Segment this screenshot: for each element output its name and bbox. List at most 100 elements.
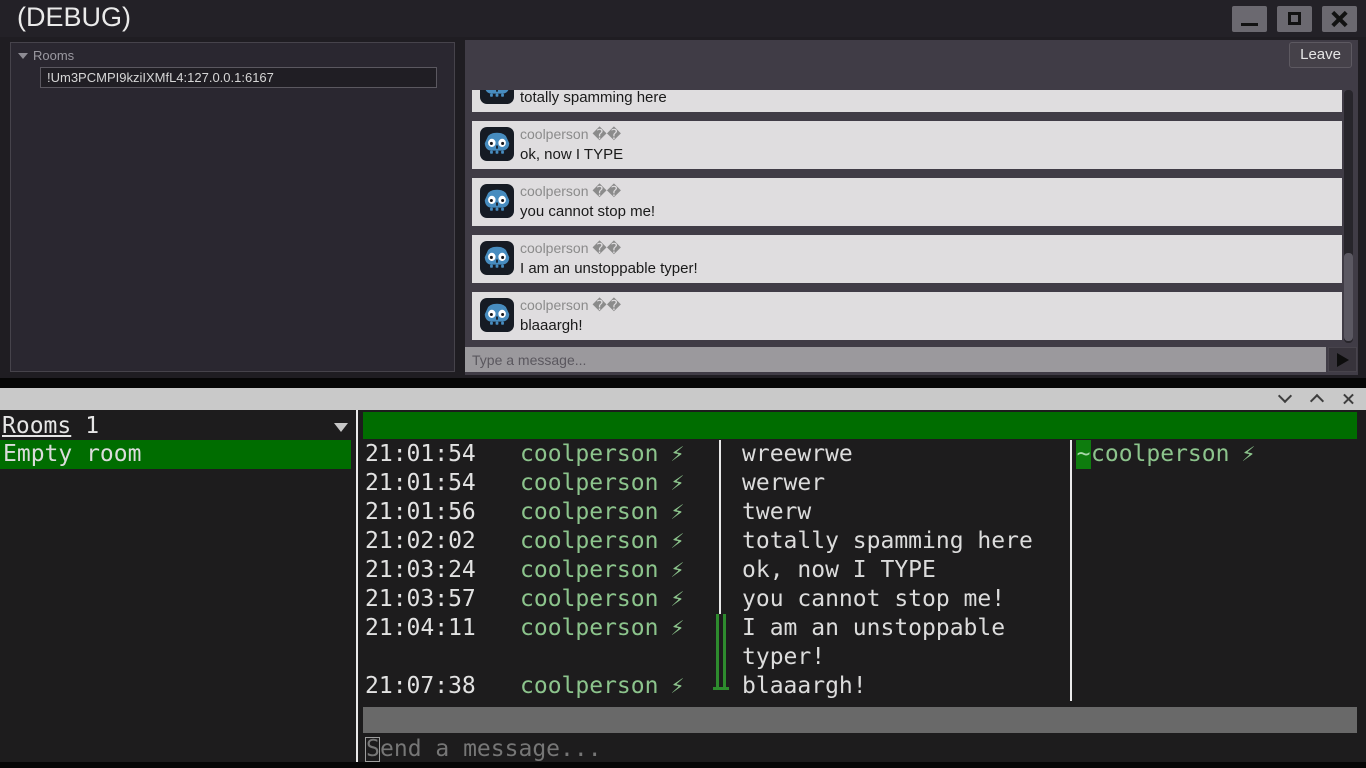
message-text: you cannot stop me! bbox=[742, 586, 1006, 612]
godot-robot-icon bbox=[480, 298, 514, 332]
message-text: ok, now I TYPE bbox=[742, 557, 936, 583]
message-sender: coolperson ⚡ bbox=[520, 556, 684, 585]
terminal-rooms-header[interactable]: Rooms 1 bbox=[0, 412, 356, 440]
terminal-message-row: 21:01:54 coolperson ⚡ werwer bbox=[363, 469, 1357, 498]
godot-robot-icon bbox=[480, 127, 514, 161]
lightning-icon: ⚡ bbox=[670, 441, 685, 467]
chat-scrollbar-track[interactable] bbox=[1344, 90, 1353, 343]
terminal-message-row: 21:04:11 coolperson ⚡ I am an unstoppable bbox=[363, 614, 1357, 643]
message-gutter-scrollbar bbox=[713, 672, 729, 701]
input-placeholder-text: end a message... bbox=[380, 736, 602, 762]
maximize-icon bbox=[1288, 12, 1301, 25]
message-time: 21:01:54 bbox=[365, 441, 476, 467]
message-text: totally spamming here bbox=[520, 90, 667, 106]
sender-name: coolperson bbox=[520, 615, 659, 641]
terminal-room-list: Empty room bbox=[0, 440, 351, 469]
message-sender bbox=[520, 643, 532, 672]
lightning-icon: ⚡ bbox=[670, 615, 685, 641]
message-text: you cannot stop me! bbox=[520, 203, 656, 220]
rooms-tree-panel: Rooms !Um3PCMPI9kziIXMfL4:127.0.0.1:6167 bbox=[10, 42, 455, 372]
message-text: typer! bbox=[742, 644, 826, 670]
send-button[interactable] bbox=[1328, 347, 1357, 372]
lightning-icon: ⚡ bbox=[670, 528, 685, 554]
minimize-icon bbox=[1241, 23, 1258, 26]
member-name: coolperson bbox=[1091, 441, 1230, 467]
lightning-icon: ⚡ bbox=[670, 586, 685, 612]
terminal-message-row: 21:03:24 coolperson ⚡ ok, now I TYPE bbox=[363, 556, 1357, 585]
godot-robot-svg bbox=[485, 90, 509, 97]
chat-message-card: coolperson �� ok, now I TYPE bbox=[472, 121, 1342, 169]
message-sender: coolperson ⚡ bbox=[520, 585, 684, 614]
godot-robot-svg bbox=[484, 189, 510, 211]
message-gutter-scrollbar bbox=[713, 614, 728, 643]
window-title: (DEBUG) bbox=[17, 2, 131, 32]
terminal-room-item[interactable]: Empty room bbox=[0, 440, 351, 469]
chat-input-row bbox=[465, 347, 1358, 372]
terminal-message-input[interactable]: Send a message... bbox=[365, 736, 602, 762]
message-gutter-scrollbar bbox=[713, 556, 728, 585]
message-sender: coolperson ⚡ bbox=[520, 527, 684, 556]
message-text: I am an unstoppable bbox=[742, 615, 1006, 641]
godot-robot-icon bbox=[480, 90, 514, 104]
lightning-icon: ⚡ bbox=[670, 557, 685, 583]
message-sender: coolperson ⚡ bbox=[520, 614, 684, 643]
chat-message-card: coolperson �� you cannot stop me! bbox=[472, 178, 1342, 226]
sender-name: coolperson bbox=[520, 441, 659, 467]
message-text: wreewrwe bbox=[742, 441, 853, 467]
lightning-icon: ⚡ bbox=[670, 673, 685, 699]
terminal-titlebar[interactable] bbox=[0, 388, 1366, 410]
terminal-message-row: 21:07:38 coolperson ⚡ blaaargh! bbox=[363, 672, 1357, 701]
godot-robot-icon bbox=[480, 241, 514, 275]
terminal-message-row: 21:03:57 coolperson ⚡ you cannot stop me! bbox=[363, 585, 1357, 614]
message-time: 21:03:57 bbox=[365, 586, 476, 612]
close-button[interactable] bbox=[1322, 6, 1357, 32]
message-text: ok, now I TYPE bbox=[520, 146, 624, 163]
godot-robot-svg bbox=[484, 132, 510, 154]
rooms-header-label: Rooms bbox=[2, 413, 72, 439]
owner-prefix-badge: ~ bbox=[1076, 440, 1091, 469]
minimize-button[interactable] bbox=[1232, 6, 1267, 32]
lightning-icon: ⚡ bbox=[670, 499, 685, 525]
input-divider-bar bbox=[363, 707, 1357, 733]
message-input[interactable] bbox=[465, 347, 1326, 372]
terminal-panel: Rooms 1 Empty room 21:01:54 coolperson ⚡ w… bbox=[0, 388, 1366, 762]
sender-name: coolperson bbox=[520, 528, 659, 554]
chevron-up-icon[interactable] bbox=[1309, 391, 1324, 406]
chat-message-card: coolperson �� blaaargh! bbox=[472, 292, 1342, 340]
lightning-icon: ⚡ bbox=[670, 470, 685, 496]
member-item: ~coolperson ⚡ bbox=[1076, 440, 1255, 469]
message-text: twerw bbox=[742, 499, 812, 525]
lightning-icon: ⚡ bbox=[1241, 441, 1256, 467]
message-sender: coolperson ⚡ bbox=[520, 469, 684, 498]
message-gutter-scrollbar bbox=[713, 440, 728, 469]
sender-name: coolperson bbox=[520, 470, 659, 496]
chat-scrollbar-thumb[interactable] bbox=[1344, 253, 1353, 341]
dropdown-arrow-icon[interactable] bbox=[334, 423, 348, 432]
message-sender: coolperson �� bbox=[520, 240, 622, 256]
sender-name: coolperson bbox=[520, 673, 659, 699]
message-gutter-scrollbar bbox=[713, 527, 728, 556]
room-id-text: !Um3PCMPI9kziIXMfL4:127.0.0.1:6167 bbox=[47, 70, 274, 85]
message-sender: coolperson ⚡ bbox=[520, 498, 684, 527]
close-icon[interactable] bbox=[1341, 391, 1356, 406]
chat-message-card: coolperson �� I am an unstoppable typer! bbox=[472, 235, 1342, 283]
room-tree-item[interactable]: !Um3PCMPI9kziIXMfL4:127.0.0.1:6167 bbox=[40, 67, 437, 88]
chat-message-card: coolperson �� totally spamming here bbox=[472, 90, 1342, 112]
godot-robot-icon bbox=[480, 184, 514, 218]
room-topic-bar bbox=[363, 412, 1357, 439]
member-list-divider bbox=[1070, 440, 1072, 701]
rooms-tree-header[interactable]: Rooms bbox=[18, 48, 74, 63]
window-titlebar[interactable]: (DEBUG) bbox=[0, 0, 1366, 37]
message-sender: coolperson �� bbox=[520, 126, 622, 142]
leave-button[interactable]: Leave bbox=[1289, 42, 1352, 68]
maximize-button[interactable] bbox=[1277, 6, 1312, 32]
rooms-count: 1 bbox=[85, 413, 100, 439]
chevron-down-icon[interactable] bbox=[1277, 391, 1292, 406]
message-text: blaaargh! bbox=[520, 317, 583, 334]
rooms-pane-divider bbox=[356, 410, 358, 762]
terminal-message-pane: 21:01:54 coolperson ⚡ wreewrwe 21:01:54 c… bbox=[363, 410, 1357, 762]
terminal-body: Rooms 1 Empty room 21:01:54 coolperson ⚡ w… bbox=[0, 410, 1366, 762]
message-time: 21:04:11 bbox=[365, 615, 476, 641]
message-gutter-scrollbar bbox=[713, 498, 728, 527]
window-controls bbox=[1232, 6, 1357, 32]
